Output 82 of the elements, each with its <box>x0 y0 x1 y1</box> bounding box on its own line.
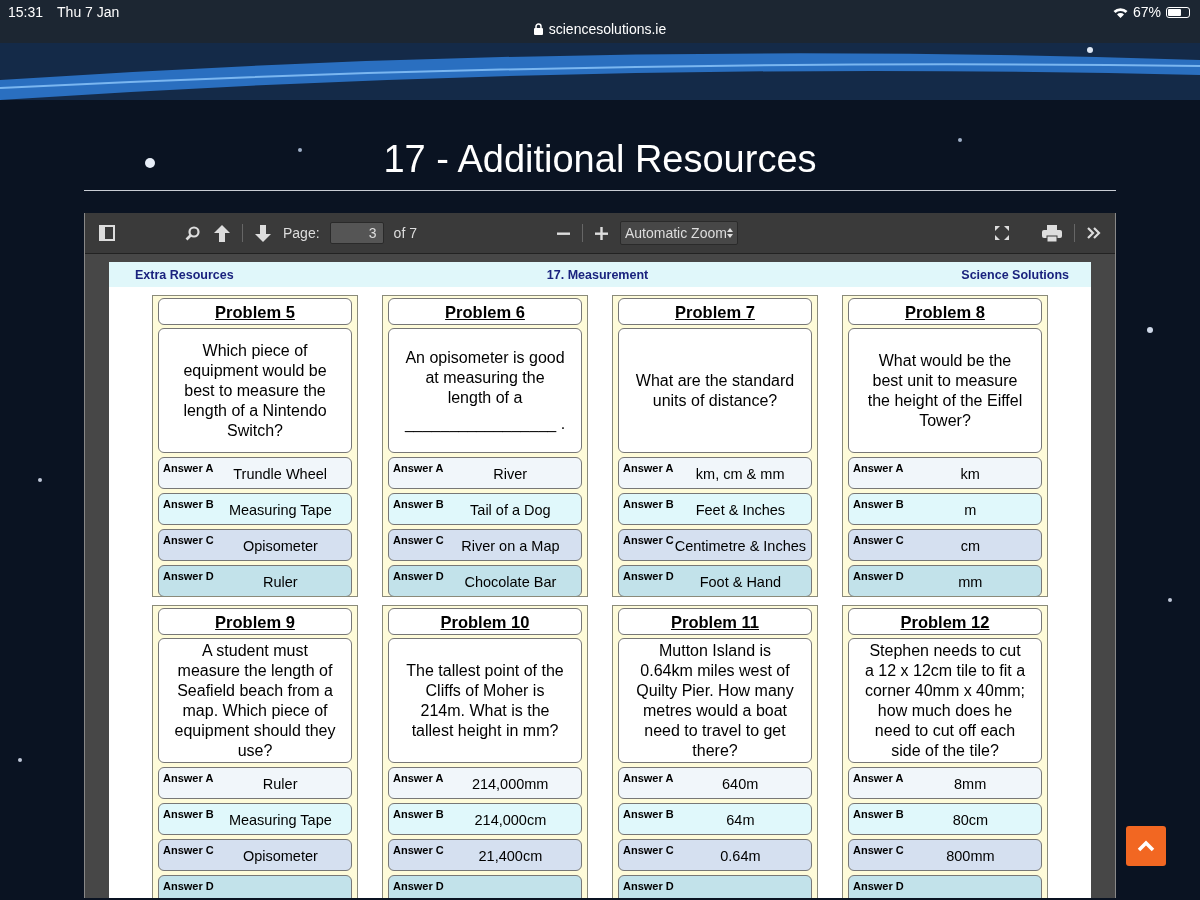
answer-option[interactable]: Answer B 214,000cm <box>388 803 582 835</box>
problem-heading: Problem 7 <box>618 298 812 325</box>
answer-option[interactable]: Answer D <box>158 875 352 898</box>
zoom-in-button[interactable] <box>592 224 610 242</box>
url-text[interactable]: sciencesolutions.ie <box>548 21 667 37</box>
sidebar-toggle-icon <box>99 225 115 241</box>
answer-option[interactable]: Answer B Measuring Tape <box>158 493 352 525</box>
sidebar-toggle-button[interactable] <box>97 223 117 243</box>
problem-heading: Problem 6 <box>388 298 582 325</box>
search-button[interactable] <box>183 223 202 243</box>
zoom-in-icon <box>594 226 608 240</box>
clock-time: 15:31 <box>8 4 44 20</box>
answer-option[interactable]: Answer A 8mm <box>848 767 1042 799</box>
answer-option[interactable]: Answer A km <box>848 457 1042 489</box>
question-text: What would be the best unit to measure the height of the Eiffel Tower? <box>866 350 1024 431</box>
next-page-button[interactable] <box>253 222 273 244</box>
header-text: 17. Measurement <box>546 267 649 282</box>
answer-option[interactable]: Answer D Chocolate Bar <box>388 565 582 596</box>
page-title: 17 - Additional Resources <box>383 137 817 182</box>
print-icon <box>1042 224 1062 242</box>
previous-page-button[interactable] <box>212 222 232 244</box>
zoom-select[interactable]: Automatic Zoom <box>619 221 738 245</box>
page-count: of 7 <box>393 225 417 241</box>
header-text: Science Solutions <box>961 267 1069 282</box>
answer-option[interactable]: Answer C 0.64m <box>618 839 812 871</box>
answer-option[interactable]: Answer C River on a Map <box>388 529 582 561</box>
battery-percent: 67% <box>1132 4 1161 20</box>
more-tools-button[interactable] <box>1085 225 1103 241</box>
problem-heading: Problem 8 <box>848 298 1042 325</box>
lock-icon <box>533 23 543 35</box>
next-page-icon <box>255 224 271 242</box>
answer-option[interactable]: Answer B 80cm <box>848 803 1042 835</box>
sort-arrows-icon <box>726 228 733 238</box>
answer-option[interactable]: Answer C 800mm <box>848 839 1042 871</box>
answer-option[interactable]: Answer A Trundle Wheel <box>158 457 352 489</box>
blank-line: _________________ . <box>404 413 566 434</box>
problem-heading: Problem 12 <box>848 608 1042 635</box>
question-text: Mutton Island is 0.64km miles west of Quilty Pier. How many metres would a boat need to travel to get there? <box>635 640 795 761</box>
page-label: Page: <box>283 225 320 241</box>
search-icon <box>185 225 200 241</box>
previous-page-icon <box>214 224 230 242</box>
answer-option[interactable]: Answer D <box>388 875 582 898</box>
answer-option[interactable]: Answer B m <box>848 493 1042 525</box>
problem-heading: Problem 11 <box>618 608 812 635</box>
answer-option[interactable]: Answer D <box>848 875 1042 898</box>
header-text: Extra Resources <box>135 267 234 282</box>
problem-heading: Problem 9 <box>158 608 352 635</box>
problem-heading: Problem 10 <box>388 608 582 635</box>
answer-option[interactable]: Answer A River <box>388 457 582 489</box>
answer-option[interactable]: Answer B Tail of a Dog <box>388 493 582 525</box>
answer-option[interactable]: Answer B Measuring Tape <box>158 803 352 835</box>
answer-option[interactable]: Answer D Foot & Hand <box>618 565 812 596</box>
problem-heading: Problem 5 <box>158 298 352 325</box>
question-text: What are the standard units of distance? <box>634 370 796 411</box>
answer-option[interactable]: Answer C Opisometer <box>158 529 352 561</box>
print-button[interactable] <box>1040 222 1064 244</box>
date-text: Thu 7 Jan <box>57 4 120 20</box>
more-tools-icon <box>1087 227 1101 239</box>
answer-option[interactable]: Answer C Opisometer <box>158 839 352 871</box>
wifi-icon <box>1112 6 1128 18</box>
question-text: An opisometer is good at measuring the length of a <box>404 347 566 408</box>
answer-option[interactable]: Answer D <box>618 875 812 898</box>
question-text: A student must measure the length of Seafield beach from a map. Which piece of equipment should they use? <box>173 640 337 761</box>
answer-option[interactable]: Answer C 21,400cm <box>388 839 582 871</box>
answer-option[interactable]: Answer A 640m <box>618 767 812 799</box>
answer-option[interactable]: Answer A 214,000mm <box>388 767 582 799</box>
answer-option[interactable]: Answer B Feet & Inches <box>618 493 812 525</box>
answer-option[interactable]: Answer B 64m <box>618 803 812 835</box>
scroll-top-button[interactable] <box>1126 826 1166 866</box>
question-text: Stephen needs to cut a 12 x 12cm tile to fit a corner 40mm x 40mm; how much does he need to cut off each side of the tile? <box>863 640 1027 761</box>
answer-option[interactable]: Answer A km, cm & mm <box>618 457 812 489</box>
fullscreen-icon <box>994 225 1010 241</box>
answer-option[interactable]: Answer A Ruler <box>158 767 352 799</box>
chevron-up-icon <box>1137 840 1155 852</box>
battery-icon <box>1166 6 1190 18</box>
answer-option[interactable]: Answer D Ruler <box>158 565 352 596</box>
page-number-field[interactable]: 3 <box>329 222 384 244</box>
fullscreen-button[interactable] <box>992 223 1012 243</box>
answer-option[interactable]: Answer C cm <box>848 529 1042 561</box>
answer-option[interactable]: Answer D mm <box>848 565 1042 596</box>
question-text: Which piece of equipment would be best to measure the length of a Nintendo Switch? <box>182 340 328 441</box>
question-text: The tallest point of the Cliffs of Moher is 214m. What is the tallest height in mm? <box>405 660 565 741</box>
